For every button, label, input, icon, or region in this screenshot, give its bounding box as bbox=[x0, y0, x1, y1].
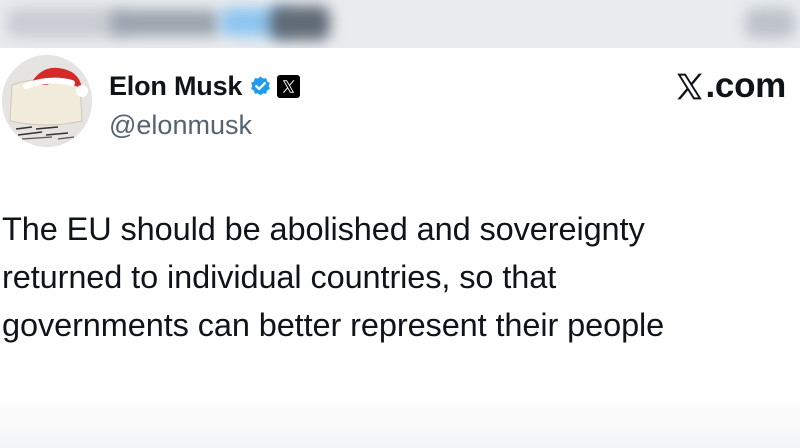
x-logo-icon bbox=[674, 71, 705, 102]
blurred-header-strip bbox=[0, 0, 800, 48]
tweet-text-line: governments can better represent their p… bbox=[2, 307, 665, 343]
tweet-text-line: The EU should be abolished and sovereign… bbox=[2, 211, 645, 247]
bottom-fade bbox=[0, 394, 800, 448]
x-logo-badge-icon bbox=[277, 74, 301, 98]
blurred-region bbox=[110, 10, 220, 36]
author-handle[interactable]: @elonmusk bbox=[109, 110, 252, 141]
tweet-text: The EU should be abolished and sovereign… bbox=[2, 205, 792, 349]
brand-mark: .com bbox=[674, 66, 787, 106]
blurred-region bbox=[6, 8, 126, 38]
author-name-row: Elon Musk bbox=[109, 69, 301, 103]
avatar-santa-hat-icon[interactable] bbox=[2, 55, 92, 147]
verified-badge-icon bbox=[249, 75, 272, 98]
blurred-region bbox=[745, 8, 795, 38]
tweet-text-line: returned to individual countries, so tha… bbox=[2, 259, 557, 295]
blurred-region bbox=[270, 6, 330, 40]
tweet-card: Elon Musk @elonmusk .com The EU should b… bbox=[0, 48, 800, 448]
brand-suffix: .com bbox=[705, 66, 787, 105]
author-display-name[interactable]: Elon Musk bbox=[109, 71, 242, 102]
